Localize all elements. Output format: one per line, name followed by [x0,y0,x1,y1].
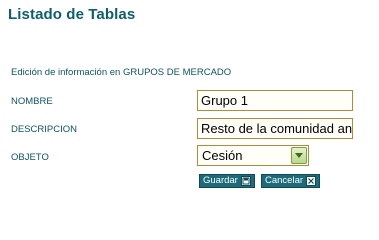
cancel-button-label: Cancelar [265,175,304,186]
cancel-button[interactable]: Cancelar [261,174,321,188]
close-icon [306,176,317,186]
chevron-down-icon[interactable] [291,147,307,164]
nombre-label: NOMBRE [11,96,53,107]
section-title: Edición de información en GRUPOS DE MERC… [11,67,232,78]
objeto-label: OBJETO [11,152,49,163]
save-button[interactable]: Guardar [199,174,255,188]
page-title: Listado de Tablas [8,6,136,23]
nombre-input[interactable]: Grupo 1 [197,90,353,111]
save-icon [240,176,251,186]
save-button-label: Guardar [203,175,238,186]
descripcion-label: DESCRIPCION [11,124,77,135]
objeto-select[interactable]: Cesión [197,145,309,166]
objeto-select-value: Cesión [202,148,243,163]
descripcion-input[interactable]: Resto de la comunidad andaluza [197,118,353,139]
